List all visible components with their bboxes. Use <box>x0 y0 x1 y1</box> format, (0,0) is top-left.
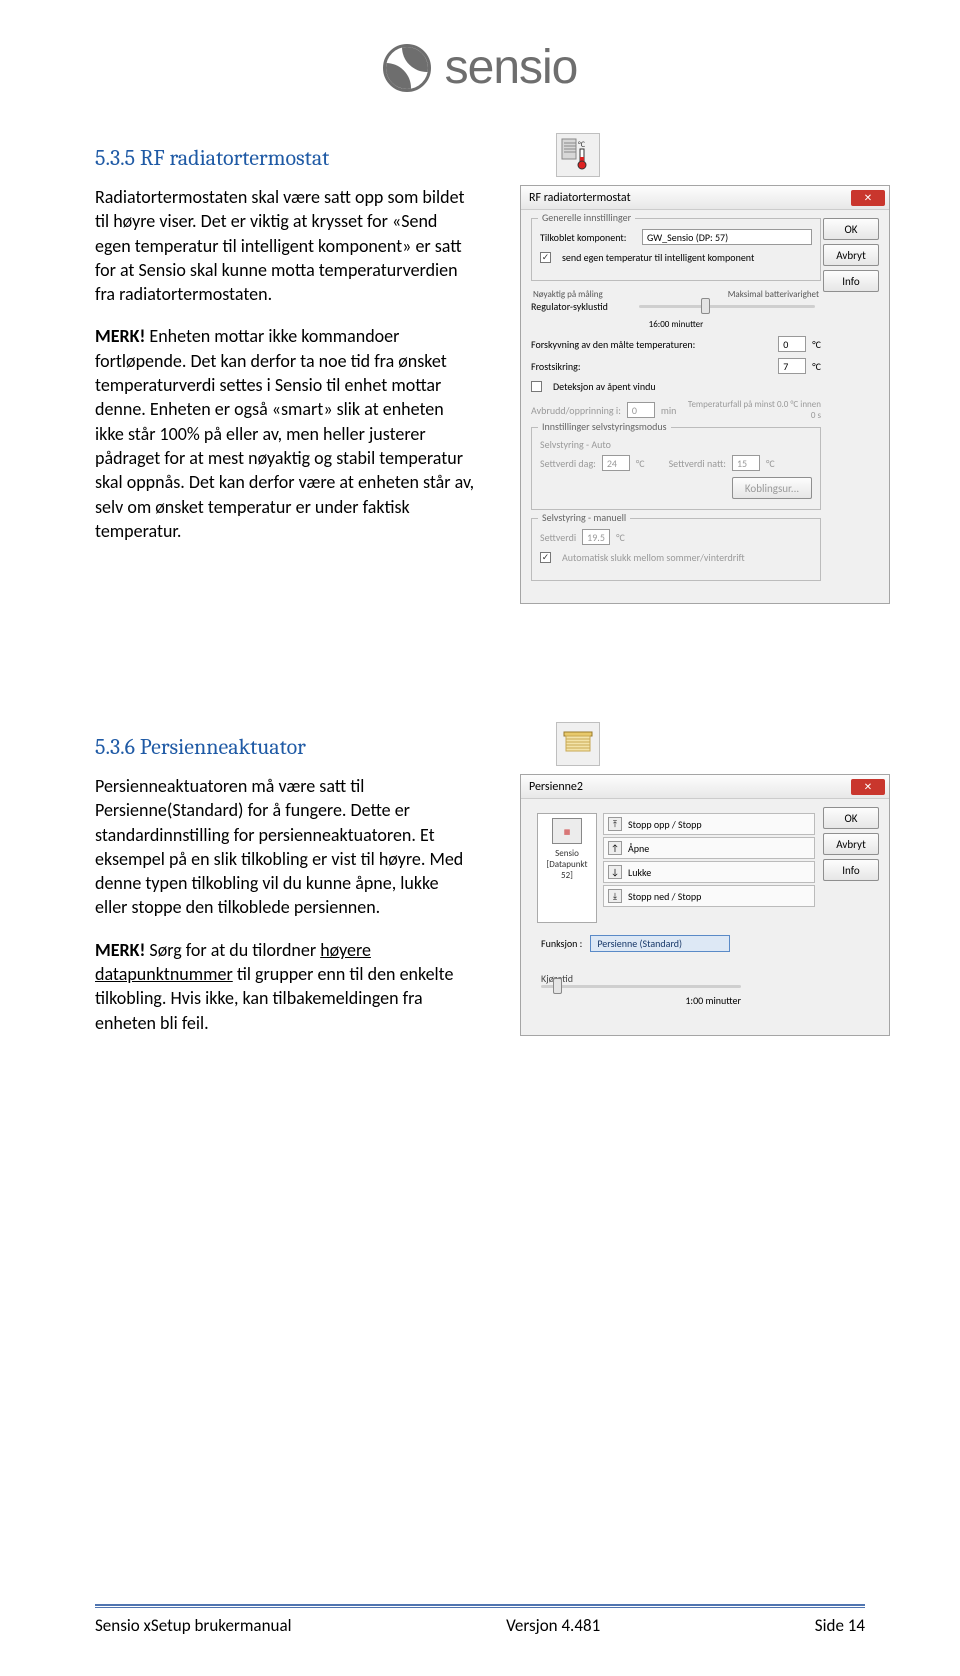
thermostat-icon: °C <box>556 133 600 177</box>
manual-group: Selvstyring - manuell Settverdi 19.5 °C … <box>531 518 821 581</box>
canvas-label1: Sensio <box>555 848 579 859</box>
forsky-label: Forskyvning av den målte temperaturen: <box>531 338 772 351</box>
dialog2-title: Persienne2 <box>529 780 583 794</box>
logo-mark-icon <box>383 44 431 92</box>
grp2-legend: Innstillinger selvstyringsmodus <box>538 420 671 433</box>
persienne-dialog: Persienne2 ✕ OK Avbryt Info ▦ Sensio [Da… <box>520 774 890 1036</box>
footer-center: Versjon 4.481 <box>506 1615 600 1636</box>
blind-icon <box>556 722 600 766</box>
grp3-legend: Selvstyring - manuell <box>538 511 630 524</box>
send-temp-checkbox[interactable]: ✓ <box>540 252 551 263</box>
arrow-up-stop-icon: ⤒ <box>608 817 622 831</box>
footer-right: Side 14 <box>815 1615 865 1636</box>
section1-p1: Radiatortermostaten skal være satt opp s… <box>95 185 475 306</box>
detect-label: Deteksjon av åpent vindu <box>553 380 656 393</box>
dialog2-titlebar: Persienne2 ✕ <box>521 775 889 799</box>
canvas-label2: [Datapunkt 52] <box>542 859 592 881</box>
connected-value[interactable]: GW_Sensio (DP: 57) <box>642 229 812 245</box>
section1-heading: 5.3.5 RF radiatortermostat <box>95 145 495 171</box>
setnatt-input: 15 <box>732 455 760 471</box>
section1-p2-text: Enheten mottar ikke kommandoer fortløpen… <box>95 325 474 541</box>
footer-rule <box>95 1604 865 1608</box>
sensio-node-icon[interactable]: ▦ <box>552 818 582 844</box>
footer-left: Sensio xSetup brukermanual <box>95 1615 292 1636</box>
merk2-label: MERK! <box>95 939 145 961</box>
set-input: 19.5 <box>582 529 610 545</box>
info-button[interactable]: Info <box>823 859 879 881</box>
slider-left-label: Nøyaktig på måling <box>533 289 603 300</box>
regulator-slider[interactable] <box>639 305 815 308</box>
set-label: Settverdi <box>540 531 576 544</box>
general-settings-group: Generelle innstillinger Tilkoblet kompon… <box>531 218 821 281</box>
connected-label: Tilkoblet komponent: <box>540 231 636 244</box>
send-temp-label: send egen temperatur til intelligent kom… <box>562 251 754 264</box>
regsyk-label: Regulator-syklustid <box>531 300 627 313</box>
info-button[interactable]: Info <box>823 270 879 292</box>
avbrudd-label: Avbrudd/opprinning i: <box>531 404 621 417</box>
action-lukke[interactable]: ↓Lukke <box>603 861 815 883</box>
section2-p2: MERK! Sørg for at du tilordner høyere da… <box>95 938 475 1035</box>
forsky-input[interactable]: 0 <box>778 336 806 352</box>
avbrudd-input: 0 <box>627 402 655 418</box>
rf-thermostat-dialog: RF radiatortermostat ✕ OK Avbryt Info Ge… <box>520 185 890 604</box>
koblingsur-button: Koblingsur... <box>732 477 812 499</box>
ok-button[interactable]: OK <box>823 807 879 829</box>
section2-heading: 5.3.6 Persienneaktuator <box>95 734 495 760</box>
cancel-button[interactable]: Avbryt <box>823 833 879 855</box>
auto-label: Selvstyring - Auto <box>540 438 812 451</box>
action-apne[interactable]: ↑Åpne <box>603 837 815 859</box>
setdag-input: 24 <box>602 455 630 471</box>
funksjon-select[interactable]: Persienne (Standard) <box>590 935 730 952</box>
setdag-label: Settverdi dag: <box>540 457 596 470</box>
frost-label: Frostsikring: <box>531 360 772 373</box>
regsyk-value: 16:00 minutter <box>531 319 821 330</box>
section2-p1: Persienneaktuatoren må være satt til Per… <box>95 774 475 920</box>
logo-text: sensio <box>445 40 578 95</box>
dialog1-title: RF radiatortermostat <box>529 191 631 205</box>
page-footer: Sensio xSetup brukermanual Versjon 4.481… <box>95 1615 865 1636</box>
funksjon-label: Funksjon : <box>541 937 582 950</box>
cancel-button[interactable]: Avbryt <box>823 244 879 266</box>
arrow-up-icon: ↑ <box>608 841 622 855</box>
close-icon[interactable]: ✕ <box>851 779 885 795</box>
close-icon[interactable]: ✕ <box>851 190 885 206</box>
auto-slukk-label: Automatisk slukk mellom sommer/vinterdri… <box>562 551 745 564</box>
kjoretid-label: Kjøretid <box>541 972 741 985</box>
action-stopp-opp[interactable]: ⤒Stopp opp / Stopp <box>603 813 815 835</box>
avbrudd-unit: min <box>661 404 677 417</box>
dialog1-titlebar: RF radiatortermostat ✕ <box>521 186 889 210</box>
slider-right-label: Maksimal batterivarighet <box>728 289 819 300</box>
autostyr-group: Innstillinger selvstyringsmodus Selvstyr… <box>531 427 821 510</box>
detect-window-checkbox[interactable] <box>531 381 542 392</box>
brand-logo: sensio <box>95 40 865 95</box>
grp1-legend: Generelle innstillinger <box>538 211 635 224</box>
action-stopp-ned[interactable]: ⤓Stopp ned / Stopp <box>603 885 815 907</box>
arrow-down-stop-icon: ⤓ <box>608 889 622 903</box>
auto-slukk-checkbox: ✓ <box>540 552 551 563</box>
section1-p2: MERK! Enheten mottar ikke kommandoer for… <box>95 324 475 543</box>
kjoretid-value: 1:00 minutter <box>541 994 741 1007</box>
arrow-down-icon: ↓ <box>608 865 622 879</box>
frost-input[interactable]: 7 <box>778 358 806 374</box>
kjoretid-slider[interactable] <box>541 985 741 988</box>
tempfall-label: Temperaturfall på minst 0.0 °C innen 0 s <box>682 399 821 421</box>
merk-label: MERK! <box>95 325 145 347</box>
ok-button[interactable]: OK <box>823 218 879 240</box>
setnatt-label: Settverdi natt: <box>669 457 726 470</box>
component-canvas[interactable]: ▦ Sensio [Datapunkt 52] <box>537 813 597 923</box>
